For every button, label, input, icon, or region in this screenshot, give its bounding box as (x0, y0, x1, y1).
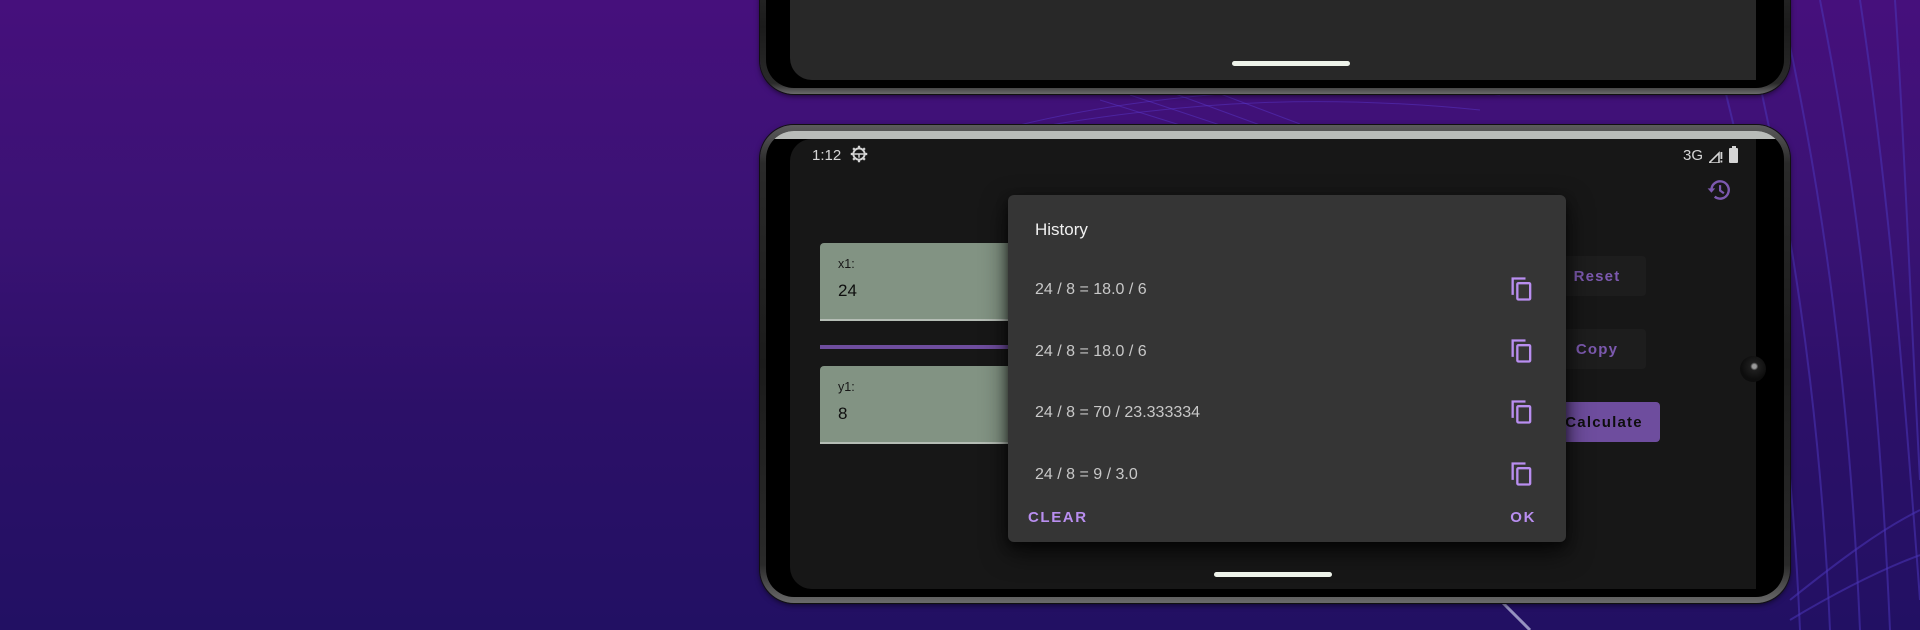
ok-button[interactable]: OK (1510, 509, 1536, 526)
app-screen: 1:12 3G x1: 24 y1: 8 Reset Copy Calculat… (790, 139, 1756, 589)
history-item: 24 / 8 = 9 / 3.0 (1008, 454, 1566, 494)
history-dialog: History 24 / 8 = 18.0 / 6 24 / 8 = 18.0 … (1008, 195, 1566, 542)
home-indicator[interactable] (1214, 572, 1332, 577)
copy-icon[interactable] (1508, 275, 1536, 303)
copy-icon[interactable] (1508, 337, 1536, 365)
main-phone-frame: 1:12 3G x1: 24 y1: 8 Reset Copy Calculat… (760, 125, 1790, 603)
dialog-title: History (1035, 220, 1088, 239)
history-item-text: 24 / 8 = 9 / 3.0 (1035, 466, 1138, 483)
history-item-text: 24 / 8 = 18.0 / 6 (1035, 343, 1147, 360)
clear-button[interactable]: CLEAR (1028, 509, 1088, 526)
front-camera (1740, 356, 1766, 382)
copy-icon[interactable] (1508, 460, 1536, 488)
copy-icon[interactable] (1508, 398, 1536, 426)
history-item: 24 / 8 = 18.0 / 6 (1008, 331, 1566, 371)
history-item: 24 / 8 = 70 / 23.333334 (1008, 392, 1566, 432)
history-item-text: 24 / 8 = 18.0 / 6 (1035, 281, 1147, 298)
history-item-text: 24 / 8 = 70 / 23.333334 (1035, 404, 1201, 421)
home-indicator[interactable] (1232, 61, 1350, 66)
history-item: 24 / 8 = 18.0 / 6 (1008, 269, 1566, 309)
top-phone-screen (790, 0, 1756, 80)
top-phone-frame (760, 0, 1790, 94)
